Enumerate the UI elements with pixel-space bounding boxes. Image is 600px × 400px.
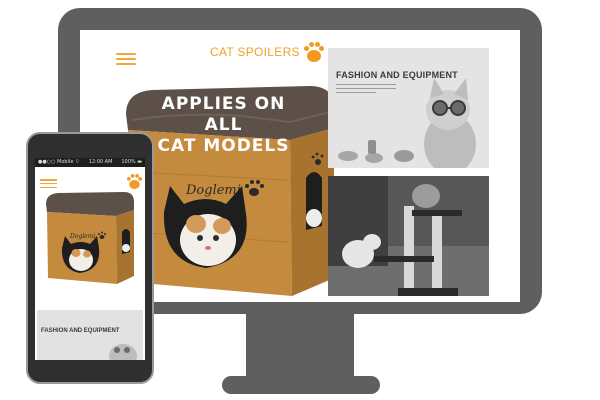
status-battery: 100% ▬ <box>121 159 142 165</box>
paw-icon <box>303 42 324 62</box>
monitor-stand-neck <box>246 314 354 380</box>
mobile-screen: ●●○○ Mobile ⌔ 12:00 AM 100% ▬ Doglemi FA… <box>35 158 145 360</box>
mobile-hamburger-menu-icon[interactable] <box>40 179 57 188</box>
brand-logo[interactable]: CAT SPOILERS <box>210 42 324 62</box>
cube-brand-text: Doglemi <box>185 183 241 198</box>
brand-name: CAT SPOILERS <box>210 45 300 59</box>
monitor-stand-base <box>222 376 380 394</box>
fashion-equipment-card[interactable]: FASHION AND EQUIPMENT <box>328 48 489 168</box>
mobile-cat-with-glasses-image <box>109 344 137 360</box>
mobile-hero-product-image: Doglemi <box>46 192 134 284</box>
headline-line-1: APPLIES ON ALL <box>161 94 286 135</box>
hero-headline: APPLIES ON ALL CAT MODELS <box>156 94 291 157</box>
mobile-paw-icon[interactable] <box>127 174 142 189</box>
status-time: 12:00 AM <box>88 159 113 165</box>
cat-with-glasses-image <box>338 78 476 168</box>
mobile-phone: ●●○○ Mobile ⌔ 12:00 AM 100% ▬ Doglemi FA… <box>26 132 154 384</box>
status-carrier: ●●○○ Mobile ⌔ <box>38 159 80 165</box>
mobile-cube-brand-text: Doglemi <box>69 233 95 240</box>
hamburger-menu-icon[interactable] <box>116 53 136 65</box>
cat-tower-image <box>328 176 489 296</box>
mobile-status-bar: ●●○○ Mobile ⌔ 12:00 AM 100% ▬ <box>35 158 145 167</box>
headline-line-2: CAT MODELS <box>157 136 290 156</box>
cat-tower-card[interactable] <box>328 176 489 296</box>
mobile-fashion-equipment-card[interactable]: FASHION AND EQUIPMENT <box>37 310 143 360</box>
